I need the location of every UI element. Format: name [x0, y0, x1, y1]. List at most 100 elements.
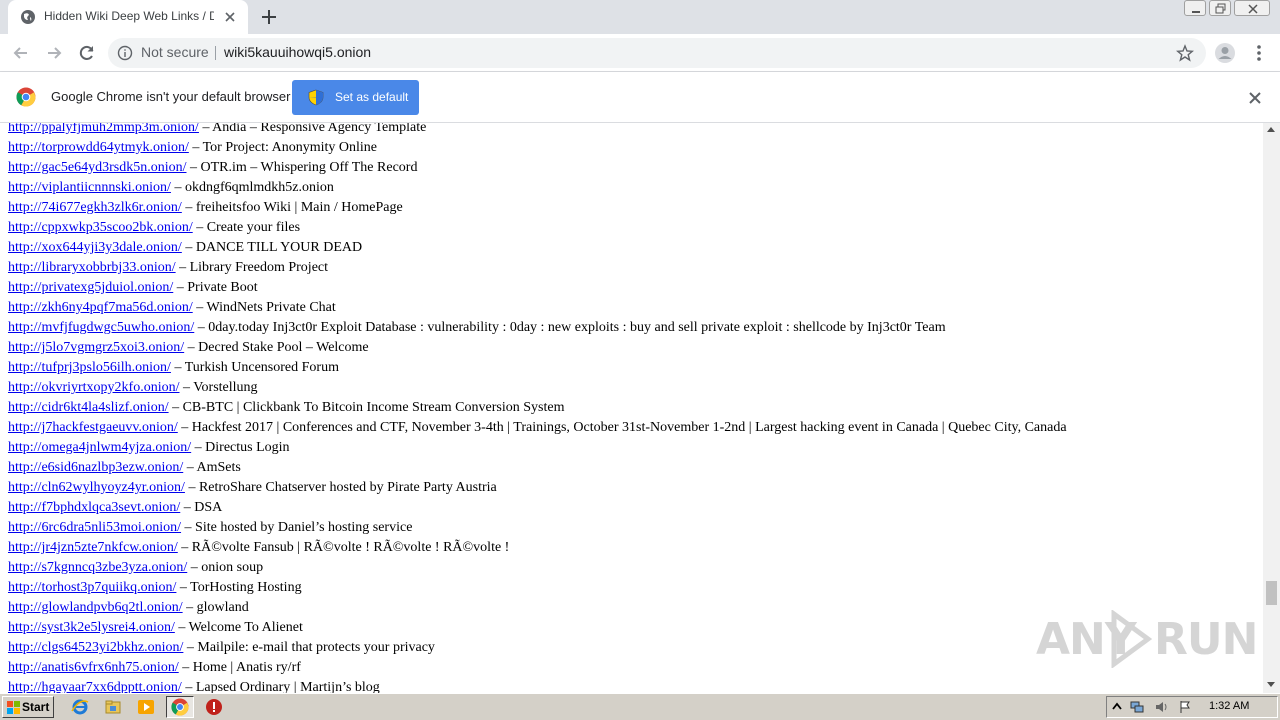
onion-link[interactable]: http://hgayaar7xx6dpptt.onion/ — [8, 680, 182, 693]
onion-link[interactable]: http://anatis6vfrx6nh75.onion/ — [8, 660, 179, 675]
onion-link[interactable]: http://torprowdd64ytmyk.onion/ — [8, 140, 189, 155]
restore-icon — [1215, 3, 1226, 14]
link-list-item: http://gac5e64yd3rsdk5n.onion/ – OTR.im … — [8, 160, 1067, 180]
file-explorer-icon[interactable] — [104, 698, 122, 716]
windows-flag-icon — [7, 701, 20, 714]
link-list-item: http://privatexg5jduiol.onion/ – Private… — [8, 280, 1067, 300]
link-description: – Home | Anatis ry/rf — [182, 660, 301, 675]
kebab-menu-icon[interactable] — [1252, 42, 1266, 64]
onion-link[interactable]: http://gac5e64yd3rsdk5n.onion/ — [8, 160, 186, 175]
link-description: – 0day.today Inj3ct0r Exploit Database :… — [197, 320, 946, 335]
scroll-down-arrow-icon[interactable] — [1267, 682, 1275, 687]
onion-link[interactable]: http://j7hackfestgaeuvv.onion/ — [8, 420, 178, 435]
link-list-item: http://mvfjfugdwgc5uwho.onion/ – 0day.to… — [8, 320, 1067, 340]
taskbar-clock[interactable]: 1:32 AM — [1209, 700, 1249, 712]
link-description: – onion soup — [190, 560, 264, 575]
set-as-default-button[interactable]: Set as default — [292, 80, 419, 115]
onion-link[interactable]: http://s7kgnncq3zbe3yza.onion/ — [8, 560, 187, 575]
link-list-item: http://f7bphdxlqca3sevt.onion/ – DSA — [8, 500, 1067, 520]
address-bar[interactable]: Not secure wiki5kauuihowqi5.onion — [108, 38, 1206, 68]
chrome-logo-icon — [16, 87, 36, 107]
onion-link[interactable]: http://libraryxobbrbj33.onion/ — [8, 260, 176, 275]
close-infobar-icon[interactable] — [1246, 89, 1264, 107]
start-button[interactable]: Start — [2, 696, 54, 718]
link-description: – WindNets Private Chat — [196, 300, 336, 315]
link-description: – Hackfest 2017 | Conferences and CTF, N… — [181, 420, 1067, 435]
onion-link[interactable]: http://omega4jnlwm4yjza.onion/ — [8, 440, 191, 455]
onion-link[interactable]: http://ppalyfjmuh2mmp3m.onion/ — [8, 123, 199, 135]
onion-link[interactable]: http://e6sid6nazlbp3ezw.onion/ — [8, 460, 183, 475]
tab-title: Hidden Wiki Deep Web Links / Dark W — [44, 9, 214, 23]
vertical-scrollbar[interactable] — [1263, 123, 1280, 693]
new-tab-icon[interactable] — [260, 8, 278, 26]
link-list-item: http://zkh6ny4pqf7ma56d.onion/ – WindNet… — [8, 300, 1067, 320]
anyrun-watermark: ANY RUN — [1036, 606, 1258, 668]
taskbar-chrome-button[interactable] — [166, 696, 194, 718]
onion-link-list: http://ppalyfjmuh2mmp3m.onion/ – Andia –… — [8, 123, 1067, 693]
link-list-item: http://6rc6dra5nli53moi.onion/ – Site ho… — [8, 520, 1067, 540]
onion-link[interactable]: http://viplantiicnnnski.onion/ — [8, 180, 171, 195]
onion-link[interactable]: http://74i677egkh3zlk6r.onion/ — [8, 200, 182, 215]
reload-icon[interactable] — [76, 42, 98, 64]
internet-explorer-icon[interactable] — [71, 698, 89, 716]
link-description: – Private Boot — [176, 280, 258, 295]
media-player-icon[interactable] — [137, 698, 155, 716]
profile-avatar-icon[interactable] — [1214, 42, 1236, 64]
link-list-item: http://tufprj3pslo56ilh.onion/ – Turkish… — [8, 360, 1067, 380]
link-list-item: http://anatis6vfrx6nh75.onion/ – Home | … — [8, 660, 1067, 680]
scrollbar-thumb[interactable] — [1266, 581, 1277, 605]
link-description: – RetroShare Chatserver hosted by Pirate… — [188, 480, 497, 495]
link-description: – Create your files — [196, 220, 301, 235]
play-logo-icon — [1111, 610, 1152, 668]
scroll-up-arrow-icon[interactable] — [1267, 127, 1275, 132]
onion-link[interactable]: http://xox644yji3y3dale.onion/ — [8, 240, 182, 255]
onion-link[interactable]: http://f7bphdxlqca3sevt.onion/ — [8, 500, 180, 515]
onion-link[interactable]: http://cppxwkp35scoo2bk.onion/ — [8, 220, 193, 235]
forward-arrow-icon[interactable] — [43, 42, 65, 64]
onion-link[interactable]: http://cidr6kt4la4slizf.onion/ — [8, 400, 169, 415]
link-list-item: http://viplantiicnnnski.onion/ – okdngf6… — [8, 180, 1067, 200]
info-icon[interactable] — [117, 45, 133, 61]
onion-link[interactable]: http://syst3k2e5lysrei4.onion/ — [8, 620, 175, 635]
tray-expand-arrow-icon[interactable] — [1110, 700, 1124, 714]
security-status: Not secure — [141, 44, 209, 60]
minimize-icon — [1192, 11, 1200, 13]
close-tab-icon[interactable] — [222, 9, 238, 25]
onion-link[interactable]: http://cln62wylhyoyz4yr.onion/ — [8, 480, 185, 495]
onion-link[interactable]: http://6rc6dra5nli53moi.onion/ — [8, 520, 181, 535]
onion-link[interactable]: http://jr4jzn5zte7nkfcw.onion/ — [8, 540, 178, 555]
onion-link[interactable]: http://glowlandpvb6q2tl.onion/ — [8, 600, 183, 615]
network-icon[interactable] — [1130, 700, 1144, 714]
window-restore-button[interactable] — [1209, 0, 1231, 16]
set-as-default-label: Set as default — [335, 90, 409, 104]
stop-sign-icon[interactable] — [205, 698, 223, 716]
uac-shield-icon — [308, 89, 324, 106]
browser-tab[interactable]: Hidden Wiki Deep Web Links / Dark W — [8, 0, 248, 34]
link-list-item: http://omega4jnlwm4yjza.onion/ – Directu… — [8, 440, 1067, 460]
onion-link[interactable]: http://j5lo7vgmgrz5xoi3.onion/ — [8, 340, 184, 355]
volume-icon[interactable] — [1154, 700, 1168, 714]
url-text[interactable]: wiki5kauuihowqi5.onion — [224, 44, 371, 60]
onion-link[interactable]: http://torhost3p7quiikq.onion/ — [8, 580, 176, 595]
window-close-button[interactable] — [1234, 0, 1270, 16]
onion-link[interactable]: http://zkh6ny4pqf7ma56d.onion/ — [8, 300, 193, 315]
onion-link[interactable]: http://clgs64523yi2bkhz.onion/ — [8, 640, 183, 655]
link-description: – Decred Stake Pool – Welcome — [187, 340, 369, 355]
action-center-flag-icon[interactable] — [1178, 700, 1192, 714]
onion-link[interactable]: http://mvfjfugdwgc5uwho.onion/ — [8, 320, 194, 335]
onion-link[interactable]: http://tufprj3pslo56ilh.onion/ — [8, 360, 171, 375]
link-list-item: http://libraryxobbrbj33.onion/ – Library… — [8, 260, 1067, 280]
onion-link[interactable]: http://okvriyrtxopy2kfo.onion/ — [8, 380, 180, 395]
onion-link[interactable]: http://privatexg5jduiol.onion/ — [8, 280, 173, 295]
bookmark-star-icon[interactable] — [1176, 44, 1194, 62]
window-minimize-button[interactable] — [1184, 0, 1206, 16]
back-arrow-icon[interactable] — [10, 42, 32, 64]
omnibox-separator — [215, 46, 216, 60]
link-list-item: http://cln62wylhyoyz4yr.onion/ – RetroSh… — [8, 480, 1067, 500]
windows-taskbar: Start 1:32 AM — [0, 693, 1280, 720]
chrome-taskbar-icon — [171, 698, 189, 716]
link-list-item: http://74i677egkh3zlk6r.onion/ – freihei… — [8, 200, 1067, 220]
link-description: – glowland — [186, 600, 249, 615]
link-list-item: http://e6sid6nazlbp3ezw.onion/ – AmSets — [8, 460, 1067, 480]
link-description: – TorHosting Hosting — [179, 580, 302, 595]
